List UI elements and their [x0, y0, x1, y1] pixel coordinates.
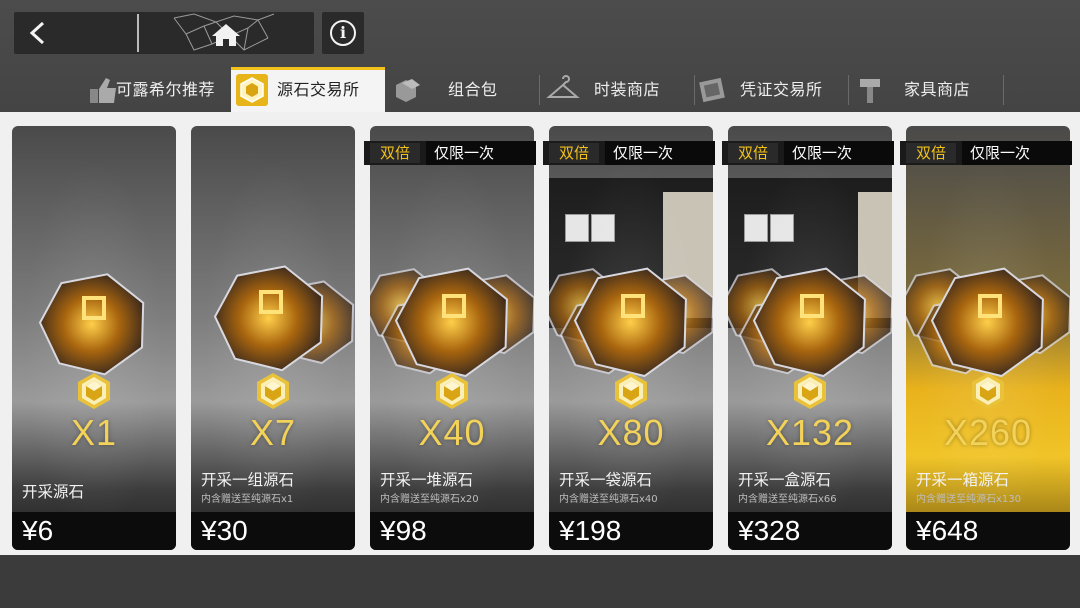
tab-label: 源石交易所: [277, 80, 360, 99]
tab-label: 家具商店: [904, 80, 971, 99]
quantity: X132: [765, 412, 855, 453]
thumbs-up-icon: [90, 78, 116, 103]
price-bar: ¥328: [728, 512, 892, 550]
price: ¥30: [201, 515, 248, 546]
hammer-icon: [860, 79, 880, 103]
voucher-icon: [699, 77, 725, 103]
product-card-132[interactable]: X132 开采一盒源石 内含赠送至纯源石x66 ¥328: [728, 126, 892, 550]
bonus-note: 内含赠送至纯源石x40: [559, 494, 658, 505]
bottom-bar: [0, 555, 1080, 608]
bonus-note: 内含赠送至纯源石x130: [916, 494, 1022, 505]
quantity: X80: [597, 412, 665, 453]
info-icon: i: [330, 20, 356, 46]
product-card-80[interactable]: X80 开采一袋源石 内含赠送至纯源石x40 ¥198: [549, 126, 713, 550]
info-button[interactable]: i: [322, 12, 364, 54]
once-label: 仅限一次: [784, 141, 894, 165]
bonus-note: 内含赠送至纯源石x1: [201, 494, 294, 505]
tab-fashion[interactable]: 时装商店: [542, 67, 692, 112]
once-label: 仅限一次: [962, 141, 1072, 165]
product-title: 开采一组源石: [201, 471, 295, 489]
originite-coin-icon: [256, 372, 290, 410]
bundle-icon: [396, 79, 420, 102]
hanger-icon: [546, 75, 580, 98]
product-title: 开采一袋源石: [559, 471, 653, 489]
tab-label: 时装商店: [594, 80, 661, 99]
product-title: 开采一盒源石: [738, 471, 832, 489]
top-nav-bar: [14, 12, 314, 54]
originite-coin-icon: [793, 372, 827, 410]
price: ¥198: [559, 515, 622, 546]
shop-tabs: 可露希尔推荐 源石交易所 组合包 时装商店 凭证交易所 家具商店: [0, 67, 1080, 112]
bonus-note: 内含赠送至纯源石x66: [738, 494, 837, 505]
quantity: X40: [418, 412, 486, 453]
price-bar: ¥30: [191, 512, 355, 550]
product-card-7[interactable]: X7 开采一组源石 内含赠送至纯源石x1 ¥30: [191, 126, 355, 550]
once-label: 仅限一次: [605, 141, 715, 165]
tab-bundle[interactable]: 组合包: [386, 67, 536, 112]
home-icon: [173, 13, 275, 51]
product-title: 开采一堆源石: [380, 471, 474, 489]
double-label: 双倍: [549, 143, 599, 163]
price: ¥6: [22, 515, 54, 546]
back-button[interactable]: [14, 12, 138, 54]
bonus-note: 内含赠送至纯源石x20: [380, 494, 479, 505]
double-label: 双倍: [906, 143, 956, 163]
price-bar: ¥198: [549, 512, 713, 550]
originite-coin-icon: [614, 372, 648, 410]
home-button[interactable]: [164, 12, 284, 54]
double-label: 双倍: [370, 143, 420, 163]
product-card-260[interactable]: X260 开采一箱源石 内含赠送至纯源石x130 ¥648: [906, 126, 1070, 550]
price: ¥98: [380, 515, 427, 546]
once-label: 仅限一次: [426, 141, 536, 165]
price-bar: ¥648: [906, 512, 1070, 550]
tab-furniture[interactable]: 家具商店: [852, 67, 1002, 112]
product-card-1[interactable]: X1 开采源石 ¥6: [12, 126, 176, 550]
quantity: X7: [249, 412, 297, 453]
tab-originite-exchange[interactable]: 源石交易所: [231, 67, 385, 112]
tab-separator: [1003, 75, 1004, 105]
price: ¥648: [916, 515, 979, 546]
originite-coin-icon: [435, 372, 469, 410]
originite-icon: [236, 74, 268, 106]
tab-label: 组合包: [448, 80, 498, 99]
header: i 可露希尔推荐 源石交易所 组合包 时装商店 凭证交易所 家具商店: [0, 0, 1080, 112]
originite-coin-icon: [971, 372, 1005, 410]
tab-label: 凭证交易所: [740, 80, 823, 99]
price-bar: ¥6: [12, 512, 176, 550]
quantity: X1: [70, 412, 118, 453]
tab-separator: [539, 75, 540, 105]
product-title: 开采一箱源石: [916, 471, 1010, 489]
tab-label: 可露希尔推荐: [116, 80, 216, 99]
tab-recommend[interactable]: 可露希尔推荐: [84, 67, 230, 112]
originite-coin-icon: [77, 372, 111, 410]
chevron-left-icon: [29, 21, 45, 45]
product-card-40[interactable]: X40 开采一堆源石 内含赠送至纯源石x20 ¥98: [370, 126, 534, 550]
price-bar: ¥98: [370, 512, 534, 550]
tab-separator: [694, 75, 695, 105]
double-label: 双倍: [728, 143, 778, 163]
tab-separator: [848, 75, 849, 105]
price: ¥328: [738, 515, 801, 546]
quantity: X260: [943, 412, 1033, 453]
product-title: 开采源石: [22, 483, 85, 501]
nav-divider: [137, 14, 139, 52]
tab-voucher-exchange[interactable]: 凭证交易所: [696, 67, 846, 112]
